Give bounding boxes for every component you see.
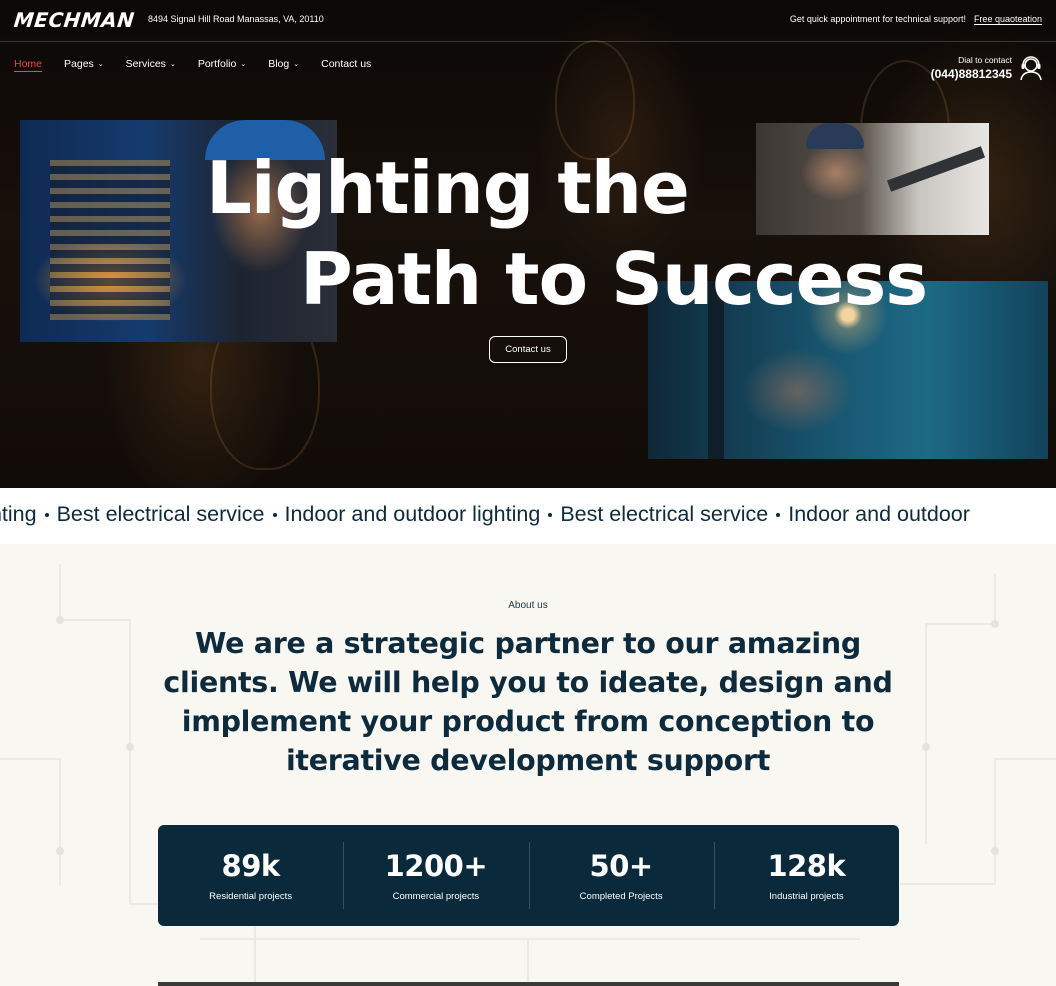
stat-label: Industrial projects — [769, 891, 844, 902]
nav-label: Contact us — [321, 58, 372, 70]
stat-commercial: 1200+ Commercial projects — [343, 825, 528, 926]
chevron-down-icon: ⌄ — [169, 61, 176, 68]
bullet-dot — [44, 512, 49, 517]
panel-rack — [50, 160, 170, 320]
about-label: About us — [508, 600, 548, 611]
address-text: 8494 Signal Hill Road Manassas, VA, 2011… — [148, 14, 324, 24]
contact-us-button[interactable]: Contact us — [489, 336, 567, 363]
main-nav: Home Pages ⌄ Services ⌄ Portfolio ⌄ Blog ⌄ C… — [14, 58, 371, 70]
marquee-item: ghting — [0, 502, 37, 526]
bullet-dot — [548, 512, 553, 517]
chevron-down-icon: ⌄ — [293, 61, 300, 68]
logo-text: MECHMAN — [12, 8, 136, 32]
hero-section: MECHMAN 8494 Signal Hill Road Manassas, … — [0, 0, 1056, 488]
stat-industrial: 128k Industrial projects — [713, 825, 899, 926]
nav-item-home[interactable]: Home — [14, 58, 42, 70]
nav-item-blog[interactable]: Blog ⌄ — [268, 58, 299, 70]
chevron-down-icon: ⌄ — [240, 61, 247, 68]
support-agent-icon — [1020, 56, 1042, 81]
stat-completed: 50+ Completed Projects — [528, 825, 714, 926]
electrician-laser-photo — [756, 123, 989, 235]
stat-value: 89k — [221, 849, 281, 883]
free-quotation-link[interactable]: Free quaoteation — [974, 14, 1042, 24]
dial-number: (044)88812345 — [930, 67, 1012, 81]
pipe-shape — [886, 146, 986, 192]
nav-label: Home — [14, 58, 43, 70]
services-marquee: ghting Best electrical service Indoor an… — [0, 488, 1056, 544]
stat-residential: 89k Residential projects — [158, 825, 343, 926]
marquee-item: Indoor and outdoor — [788, 502, 970, 526]
nav-label: Blog — [268, 58, 290, 70]
marquee-item: Best electrical service — [56, 502, 265, 526]
nav-item-services[interactable]: Services ⌄ — [126, 58, 176, 70]
logo[interactable]: MECHMAN — [12, 8, 136, 32]
hero-title-line1: Lighting the — [206, 146, 690, 230]
stat-value: 1200+ — [384, 849, 488, 883]
stat-label: Residential projects — [209, 891, 293, 902]
nav-item-contact[interactable]: Contact us — [321, 58, 371, 70]
dial-contact[interactable]: Dial to contact (044)88812345 — [931, 55, 1012, 81]
top-bar: MECHMAN 8494 Signal Hill Road Manassas, … — [0, 0, 1056, 42]
chevron-down-icon: ⌄ — [97, 61, 104, 68]
nav-item-portfolio[interactable]: Portfolio ⌄ — [198, 58, 246, 70]
marquee-track: ghting Best electrical service Indoor an… — [0, 502, 970, 527]
dial-label: Dial to contact — [958, 55, 1012, 65]
marquee-item: Indoor and outdoor lighting — [284, 502, 541, 526]
bullet-dot — [776, 512, 781, 517]
stat-value: 128k — [767, 849, 846, 883]
stat-label: Completed Projects — [579, 891, 663, 902]
nav-item-pages[interactable]: Pages ⌄ — [64, 58, 104, 70]
cap-shape — [806, 123, 864, 149]
hero-title-line2: Path to Success — [300, 237, 928, 321]
stat-label: Commercial projects — [392, 891, 480, 902]
support-text: Get quick appointment for technical supp… — [789, 14, 966, 24]
background-bulb — [555, 40, 635, 160]
about-heading: We are a strategic partner to our amazin… — [163, 627, 893, 777]
stats-bar: 89k Residential projects 1200+ Commercia… — [158, 825, 899, 926]
next-section-image-edge — [158, 982, 899, 986]
nav-label: Portfolio — [197, 58, 237, 70]
marquee-item: Best electrical service — [560, 502, 769, 526]
about-section: About us We are a strategic partner to o… — [0, 544, 1056, 986]
stat-value: 50+ — [589, 849, 654, 883]
nav-label: Services — [125, 58, 166, 70]
nav-label: Pages — [64, 58, 94, 70]
bullet-dot — [272, 512, 277, 517]
